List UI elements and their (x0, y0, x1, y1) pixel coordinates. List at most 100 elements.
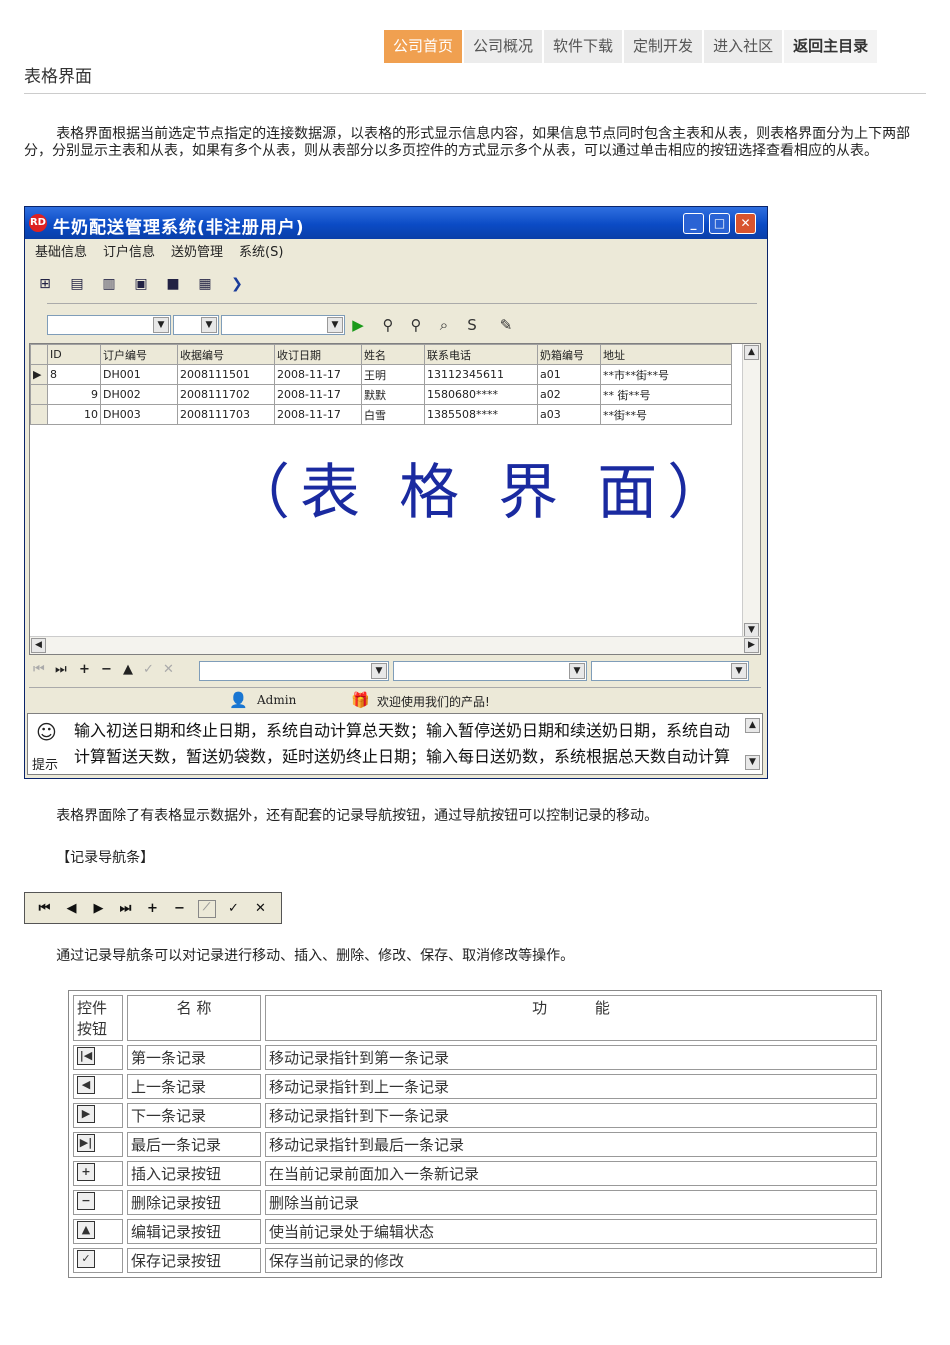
cell-phone[interactable]: 1580680**** (424, 384, 538, 405)
last-record-icon[interactable]: ⏭ (55, 662, 67, 677)
hint-scroll-down-icon[interactable]: ▼ (745, 755, 760, 770)
cell-phone[interactable]: 13112345611 (424, 364, 538, 385)
column-header[interactable]: ID (47, 344, 101, 365)
section-label: 【记录导航条】 (56, 850, 155, 866)
edit-pen-icon[interactable]: ✎ (497, 316, 515, 334)
row-name: 保存记录按钮 (127, 1248, 261, 1273)
nav-community[interactable]: 进入社区 (704, 30, 783, 63)
cell-code[interactable]: DH003 (100, 404, 178, 425)
cell-box[interactable]: a01 (537, 364, 601, 385)
row-indicator (30, 384, 48, 405)
forward-icon[interactable]: ❯ (227, 274, 247, 294)
cancel-record-icon[interactable]: ✕ (247, 901, 274, 916)
image-icon[interactable]: ▣ (131, 274, 151, 294)
scroll-up-icon[interactable]: ▲ (744, 345, 759, 360)
nav-back-main[interactable]: 返回主目录 (784, 30, 878, 63)
cell-phone[interactable]: 1385508**** (424, 404, 538, 425)
cell-name[interactable]: 默默 (361, 384, 425, 405)
delete-record-icon[interactable]: − (101, 662, 112, 677)
cell-code[interactable]: DH001 (100, 364, 178, 385)
column-header[interactable]: 奶箱编号 (537, 344, 601, 365)
hint-scroll-up-icon[interactable]: ▲ (745, 718, 760, 733)
insert-record-icon[interactable]: + (79, 662, 90, 677)
nav-download[interactable]: 软件下载 (544, 30, 623, 63)
edit-record-icon[interactable]: ⟋ (193, 899, 220, 918)
field-select[interactable]: ▼ (47, 315, 171, 335)
menu-delivery[interactable]: 送奶管理 (163, 241, 231, 265)
cell-id[interactable]: 10 (47, 404, 101, 425)
column-header[interactable]: 收订日期 (274, 344, 362, 365)
scroll-right-icon[interactable]: ▶ (744, 638, 759, 653)
cell-box[interactable]: a03 (537, 404, 601, 425)
nav-select-1[interactable]: ▼ (199, 661, 389, 681)
row-name: 删除记录按钮 (127, 1190, 261, 1215)
minimize-button[interactable]: _ (683, 213, 704, 234)
post-record-icon[interactable]: ✓ (220, 901, 247, 916)
row-function: 移动记录指针到第一条记录 (265, 1045, 877, 1070)
scroll-left-icon[interactable]: ◀ (31, 638, 46, 653)
hint-icon: ☺ (36, 720, 57, 744)
column-header[interactable]: 地址 (600, 344, 732, 365)
cell-receipt[interactable]: 2008111501 (177, 364, 275, 385)
nav-custom-dev[interactable]: 定制开发 (624, 30, 703, 63)
post-record-icon[interactable]: ✓ (143, 662, 154, 677)
horizontal-scrollbar[interactable]: ◀ ▶ (30, 636, 760, 654)
cell-address[interactable]: **街**号 (600, 404, 732, 425)
column-header[interactable]: 姓名 (361, 344, 425, 365)
column-header[interactable]: 订户编号 (100, 344, 178, 365)
value-select[interactable]: ▼ (221, 315, 345, 335)
menu-subscriber-info[interactable]: 订户信息 (95, 241, 163, 265)
sort-icon[interactable]: S (463, 316, 481, 334)
cancel-record-icon[interactable]: ✕ (163, 662, 174, 677)
table-row[interactable]: ▶ 8 DH001 2008111501 2008-11-17 王明 13112… (30, 364, 732, 385)
cell-date[interactable]: 2008-11-17 (274, 364, 362, 385)
first-record-icon[interactable]: ⏮ (33, 662, 45, 677)
operator-select[interactable]: ▼ (173, 315, 219, 335)
cell-receipt[interactable]: 2008111702 (177, 384, 275, 405)
form-icon[interactable]: ▤ (67, 274, 87, 294)
cell-date[interactable]: 2008-11-17 (274, 404, 362, 425)
screen-icon[interactable]: ■ (163, 274, 183, 294)
edit-record-icon[interactable]: ▲ (123, 662, 133, 677)
cell-id[interactable]: 8 (47, 364, 101, 385)
insert-record-icon[interactable]: + (139, 901, 166, 916)
maximize-button[interactable]: □ (709, 213, 730, 234)
nav-overview[interactable]: 公司概况 (464, 30, 543, 63)
header-name: 名 称 (127, 995, 261, 1041)
zoom-icon[interactable]: ⌕ (435, 316, 453, 334)
cell-name[interactable]: 白雪 (361, 404, 425, 425)
menu-basic-info[interactable]: 基础信息 (27, 241, 95, 265)
close-button[interactable]: ✕ (735, 213, 756, 234)
report-icon[interactable]: ▦ (195, 274, 215, 294)
table-row[interactable]: 9 DH002 2008111702 2008-11-17 默默 1580680… (30, 384, 732, 405)
cell-name[interactable]: 王明 (361, 364, 425, 385)
find-next-icon[interactable]: ⚲ (407, 316, 425, 334)
next-record-icon[interactable]: ▶ (85, 901, 112, 916)
cell-receipt[interactable]: 2008111703 (177, 404, 275, 425)
run-icon[interactable]: ▶ (349, 316, 367, 334)
row-function: 移动记录指针到最后一条记录 (265, 1132, 877, 1157)
cell-box[interactable]: a02 (537, 384, 601, 405)
nav-home[interactable]: 公司首页 (384, 30, 463, 63)
vertical-scrollbar[interactable]: ▲ ▼ (742, 344, 760, 639)
tree-icon[interactable]: ⊞ (35, 274, 55, 294)
cell-address[interactable]: **市**街**号 (600, 364, 732, 385)
cell-code[interactable]: DH002 (100, 384, 178, 405)
nav-select-2[interactable]: ▼ (393, 661, 587, 681)
document-icon[interactable]: ▥ (99, 274, 119, 294)
row-name: 编辑记录按钮 (127, 1219, 261, 1244)
last-record-icon[interactable]: ⏭ (112, 901, 139, 916)
column-header[interactable]: 收据编号 (177, 344, 275, 365)
cell-address[interactable]: ** 街**号 (600, 384, 732, 405)
cell-date[interactable]: 2008-11-17 (274, 384, 362, 405)
menu-system[interactable]: 系统(S) (231, 241, 291, 265)
prior-record-icon: ◀ (77, 1076, 95, 1094)
delete-record-icon[interactable]: − (166, 901, 193, 916)
cell-id[interactable]: 9 (47, 384, 101, 405)
nav-select-3[interactable]: ▼ (591, 661, 749, 681)
prior-record-icon[interactable]: ◀ (58, 901, 85, 916)
first-record-icon[interactable]: ⏮ (31, 901, 58, 916)
column-header[interactable]: 联系电话 (424, 344, 538, 365)
table-row[interactable]: 10 DH003 2008111703 2008-11-17 白雪 138550… (30, 404, 732, 425)
find-icon[interactable]: ⚲ (379, 316, 397, 334)
